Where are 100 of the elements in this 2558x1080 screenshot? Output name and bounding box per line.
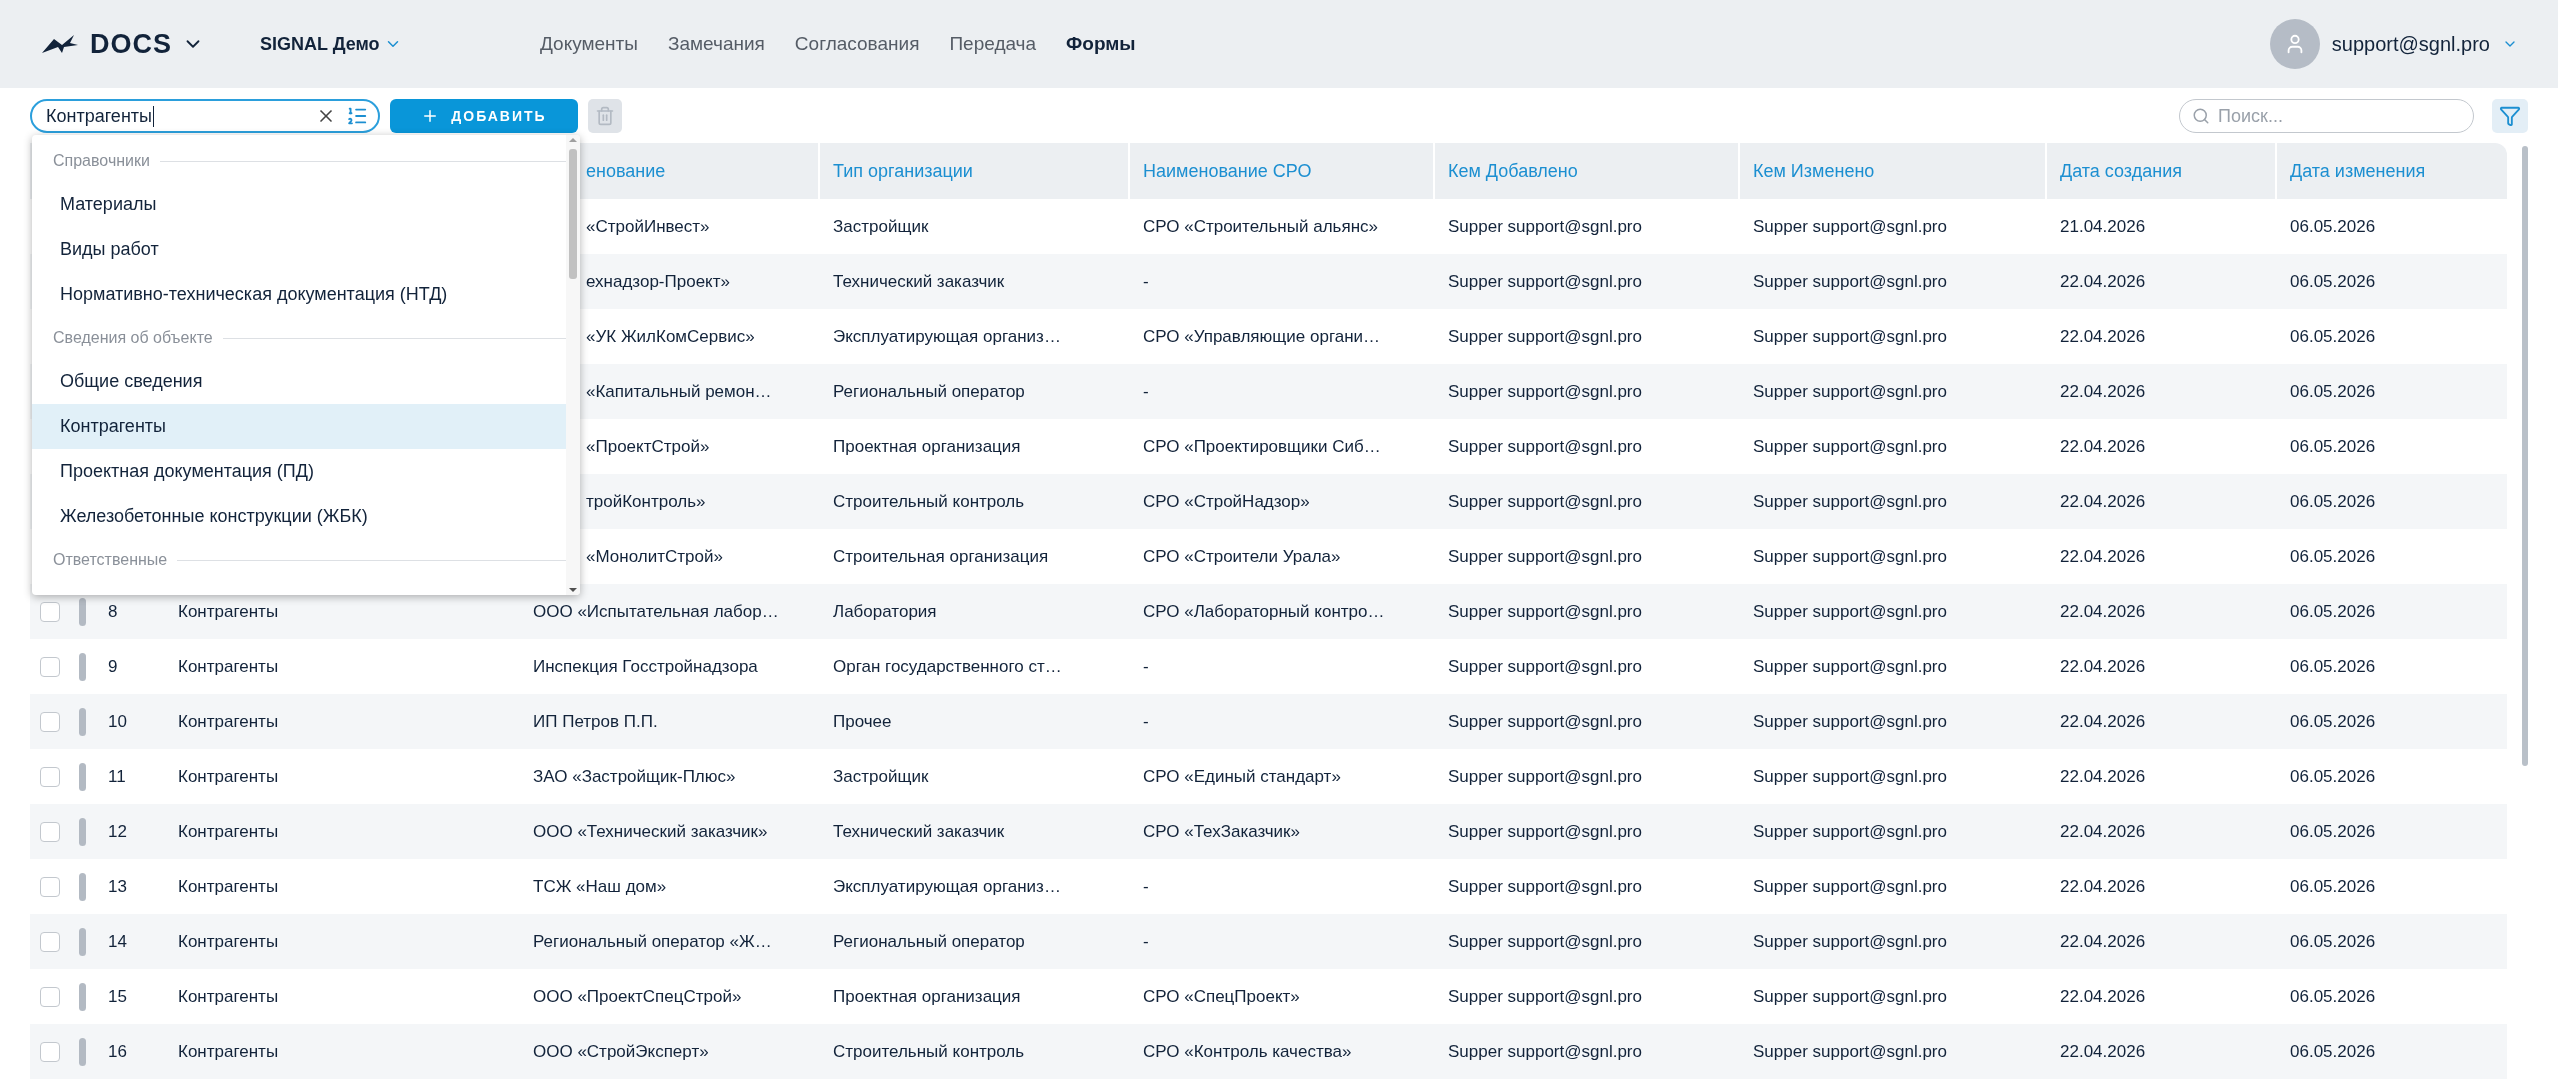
table-cell: Технический заказчик — [820, 804, 1130, 859]
table-cell: Supper support@sgnl.pro — [1740, 584, 2047, 639]
row-checkbox[interactable] — [40, 601, 60, 622]
drag-handle-icon[interactable] — [79, 707, 86, 736]
table-cell: Supper support@sgnl.pro — [1435, 804, 1740, 859]
drag-handle-icon[interactable] — [79, 597, 86, 626]
table-cell: - — [1130, 254, 1435, 309]
filter-button[interactable] — [2492, 99, 2528, 133]
drag-handle-icon[interactable] — [79, 1037, 86, 1066]
table-cell: 22.04.2026 — [2047, 804, 2277, 859]
drag-handle-icon[interactable] — [79, 652, 86, 681]
user-email[interactable]: support@sgnl.pro — [2331, 32, 2490, 56]
table-cell: Прочее — [820, 694, 1130, 749]
table-cell: Supper support@sgnl.pro — [1740, 694, 2047, 749]
trash-icon — [595, 106, 615, 126]
table-cell: - — [1130, 364, 1435, 419]
table-cell: 06.05.2026 — [2277, 364, 2507, 419]
table-cell: СРО «СтройНадзор» — [1130, 474, 1435, 529]
nav-link[interactable]: Передача — [949, 33, 1037, 55]
drag-handle-icon[interactable] — [79, 927, 86, 956]
row-checkbox[interactable] — [40, 1041, 60, 1062]
table-cell: - — [1130, 694, 1435, 749]
table-cell: 22.04.2026 — [2047, 254, 2277, 309]
row-checkbox[interactable] — [40, 876, 60, 897]
table-cell: 22.04.2026 — [2047, 914, 2277, 969]
table-cell: Supper support@sgnl.pro — [1435, 584, 1740, 639]
nav-link[interactable]: Документы — [540, 33, 638, 55]
table-cell: 16 — [95, 1024, 165, 1079]
row-checkbox[interactable] — [40, 656, 60, 677]
row-checkbox[interactable] — [40, 986, 60, 1007]
delete-button[interactable] — [588, 99, 622, 133]
table-cell: Региональный оператор — [820, 364, 1130, 419]
table-cell: 06.05.2026 — [2277, 914, 2507, 969]
table-cell: 06.05.2026 — [2277, 584, 2507, 639]
table-cell: 22.04.2026 — [2047, 474, 2277, 529]
drag-handle-icon[interactable] — [79, 762, 86, 791]
table-cell: 06.05.2026 — [2277, 254, 2507, 309]
search-icon — [2192, 107, 2210, 125]
table-cell: Региональный оператор «Ж… — [520, 914, 820, 969]
table-cell: Контрагенты — [165, 1024, 520, 1079]
table-cell: 22.04.2026 — [2047, 694, 2277, 749]
table-cell: Supper support@sgnl.pro — [1435, 364, 1740, 419]
table-cell: Региональный оператор — [820, 914, 1130, 969]
table-cell: 10 — [95, 694, 165, 749]
table-cell: СРО «Лабораторный контро… — [1130, 584, 1435, 639]
table-cell: Лаборатория — [820, 584, 1130, 639]
form-select-field[interactable]: Контрагенты — [30, 99, 380, 133]
table-cell: Supper support@sgnl.pro — [1740, 804, 2047, 859]
menu-option[interactable]: Контрагенты — [32, 404, 566, 449]
table-cell: 12 — [95, 804, 165, 859]
scroll-up-icon[interactable] — [568, 135, 578, 145]
group-label: Сведения об объекте — [53, 329, 213, 347]
table-cell: Supper support@sgnl.pro — [1740, 914, 2047, 969]
project-selector[interactable]: SIGNAL Демо — [260, 33, 380, 55]
table-cell: 06.05.2026 — [2277, 474, 2507, 529]
row-checkbox[interactable] — [40, 821, 60, 842]
table-cell: Контрагенты — [165, 694, 520, 749]
table-cell: Supper support@sgnl.pro — [1435, 474, 1740, 529]
table-cell: Строительный контроль — [820, 474, 1130, 529]
group-label: Ответственные — [53, 551, 168, 569]
avatar-icon[interactable] — [2269, 19, 2320, 69]
table-cell: СРО «ТехЗаказчик» — [1130, 804, 1435, 859]
table-cell: Supper support@sgnl.pro — [1740, 254, 2047, 309]
table-cell: Supper support@sgnl.pro — [1435, 694, 1740, 749]
filter-icon — [2499, 105, 2521, 127]
table-cell: 06.05.2026 — [2277, 694, 2507, 749]
nav-link[interactable]: Формы — [1066, 33, 1136, 55]
table-cell: Supper support@sgnl.pro — [1740, 474, 2047, 529]
row-checkbox[interactable] — [40, 931, 60, 952]
app-logo-text: DOCS — [90, 28, 172, 60]
table-cell: ИП Петров П.П. — [520, 694, 820, 749]
drag-handle-icon[interactable] — [79, 872, 86, 901]
table-cell: Supper support@sgnl.pro — [1740, 364, 2047, 419]
drag-handle-icon[interactable] — [79, 817, 86, 846]
scrollbar[interactable] — [2522, 146, 2528, 766]
table-cell: 14 — [95, 914, 165, 969]
table-cell: Контрагенты — [165, 804, 520, 859]
table-cell: Supper support@sgnl.pro — [1435, 254, 1740, 309]
table-cell: Технический заказчик — [820, 254, 1130, 309]
row-checkbox[interactable] — [40, 766, 60, 787]
table-cell: 22.04.2026 — [2047, 584, 2277, 639]
table-cell: 22.04.2026 — [2047, 1024, 2277, 1079]
table-cell: Supper support@sgnl.pro — [1740, 1024, 2047, 1079]
table-cell: Supper support@sgnl.pro — [1435, 914, 1740, 969]
table-cell: ООО «Испытательная лабор… — [520, 584, 820, 639]
table-cell: - — [1130, 914, 1435, 969]
nav-link[interactable]: Замечания — [667, 33, 765, 55]
table-cell: 06.05.2026 — [2277, 1024, 2507, 1079]
nav-link[interactable]: Согласования — [794, 33, 920, 55]
row-checkbox[interactable] — [40, 711, 60, 732]
table-cell: Контрагенты — [165, 914, 520, 969]
table-cell: ООО «Технический заказчик» — [520, 804, 820, 859]
scrollbar[interactable] — [566, 135, 580, 595]
form-select-value[interactable]: Контрагенты — [46, 105, 154, 127]
scrollbar-thumb[interactable] — [569, 149, 577, 279]
table-cell: 22.04.2026 — [2047, 364, 2277, 419]
drag-handle-icon[interactable] — [79, 982, 86, 1011]
table-cell: ООО «СтройЭксперт» — [520, 1024, 820, 1079]
sort-list-icon[interactable] — [346, 105, 368, 127]
table-cell: 06.05.2026 — [2277, 804, 2507, 859]
